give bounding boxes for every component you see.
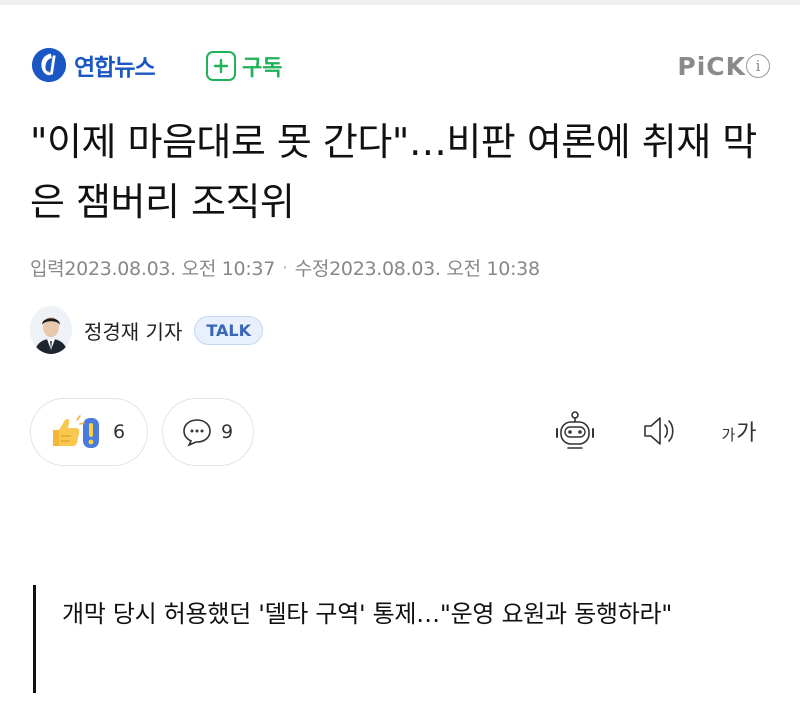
article-action-bar: 6 9 가가 (30, 398, 770, 466)
meta-separator: · (282, 256, 288, 279)
reaction-button[interactable]: 6 (30, 398, 148, 466)
yonhap-logo-icon (31, 47, 67, 83)
article-headline: "이제 마음대로 못 간다"…비판 여론에 취재 막은 잼버리 조직위 (30, 120, 757, 224)
listen-button[interactable] (634, 408, 684, 454)
comment-button[interactable]: 9 (162, 398, 254, 466)
edit-time: 2023.08.03. 오전 10:38 (329, 258, 540, 280)
reporter-name[interactable]: 정경재 기자 (84, 316, 182, 345)
press-logo[interactable]: 연합뉴스 (30, 46, 156, 84)
robot-icon (556, 411, 594, 449)
reporter-info: 정경재 기자 TALK (30, 306, 264, 354)
subheading-text: 개막 당시 허용했던 '델타 구역' 통제…"운영 요원과 동행하라" (62, 600, 673, 628)
font-size-button[interactable]: 가가 (714, 408, 764, 454)
input-time: 2023.08.03. 오전 10:37 (64, 258, 275, 280)
speaker-icon (644, 417, 674, 445)
article-timestamps: 입력 2023.08.03. 오전 10:37 · 수정 2023.08.03.… (30, 254, 540, 281)
pick-label: PiCK (677, 52, 746, 81)
font-size-icon: 가가 (721, 415, 756, 447)
press-name: 연합뉴스 (74, 55, 156, 81)
thumbs-up-exclaim-icon (53, 415, 99, 448)
top-divider (0, 0, 800, 5)
subscribe-label: 구독 (242, 56, 283, 81)
ai-summary-button[interactable] (550, 408, 600, 454)
input-label: 입력 (30, 258, 65, 280)
comment-count: 9 (221, 421, 234, 443)
plus-icon (206, 51, 236, 81)
article-subheading: 개막 당시 허용했던 '델타 구역' 통제…"운영 요원과 동행하라" (33, 585, 770, 693)
speech-bubble-icon (183, 419, 211, 447)
reporter-avatar[interactable] (30, 306, 72, 354)
reaction-count: 6 (113, 421, 126, 443)
font-large-glyph: 가 (736, 421, 757, 446)
article-header: 연합뉴스 구독 PiCK i (30, 42, 770, 92)
edit-label: 수정 (294, 258, 330, 280)
subscribe-button[interactable]: 구독 (206, 50, 282, 82)
talk-button[interactable]: TALK (194, 315, 264, 345)
info-icon[interactable]: i (746, 54, 770, 78)
font-small-glyph: 가 (721, 426, 736, 444)
